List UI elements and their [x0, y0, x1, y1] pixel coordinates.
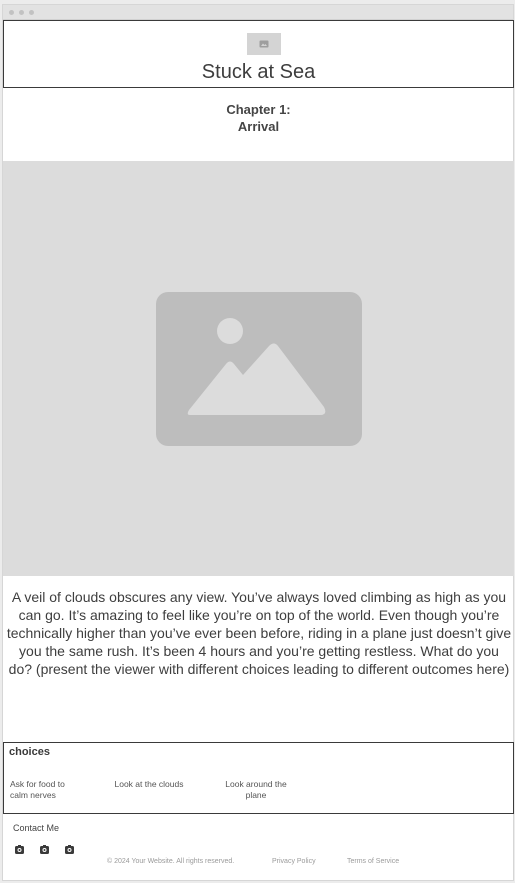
window-dot-icon: [19, 9, 24, 15]
hero-image-placeholder: [3, 161, 514, 576]
instagram-icon[interactable]: [14, 844, 24, 854]
instagram-icon[interactable]: [39, 844, 49, 854]
window-titlebar: [3, 5, 513, 20]
copyright-text: © 2024 Your Website. All rights reserved…: [107, 858, 235, 865]
terms-of-service-link[interactable]: Terms of Service: [347, 858, 399, 865]
privacy-policy-link[interactable]: Privacy Policy: [272, 858, 316, 865]
instagram-icon[interactable]: [64, 844, 74, 854]
choice-ask-for-food[interactable]: Ask for food to calm nerves: [10, 779, 80, 801]
window-dot-icon: [29, 9, 34, 15]
chapter-number: Chapter 1:: [226, 102, 291, 117]
logo-placeholder: [247, 33, 281, 55]
window-dot-icon: [9, 9, 14, 15]
image-placeholder-icon: [155, 291, 362, 446]
choices-title: choices: [9, 746, 50, 758]
social-links: [14, 844, 74, 854]
choices-panel: choices Ask for food to calm nerves Look…: [3, 742, 514, 814]
chapter-name: Arrival: [237, 119, 280, 134]
contact-heading: Contact Me: [13, 823, 60, 833]
image-placeholder-icon: [259, 40, 269, 48]
site-header: Stuck at Sea: [3, 20, 514, 88]
page-title: Stuck at Sea: [201, 61, 316, 83]
story-text: A veil of clouds obscures any view. You’…: [6, 589, 512, 677]
choice-look-around-plane[interactable]: Look around the plane: [214, 779, 298, 801]
choice-look-at-clouds[interactable]: Look at the clouds: [114, 779, 184, 790]
chapter-heading: Chapter 1: Arrival: [3, 101, 514, 135]
site-footer: Contact Me © 2024 Your Website. All righ…: [3, 817, 514, 881]
browser-window: Stuck at Sea Chapter 1: Arrival A veil o…: [2, 4, 514, 881]
